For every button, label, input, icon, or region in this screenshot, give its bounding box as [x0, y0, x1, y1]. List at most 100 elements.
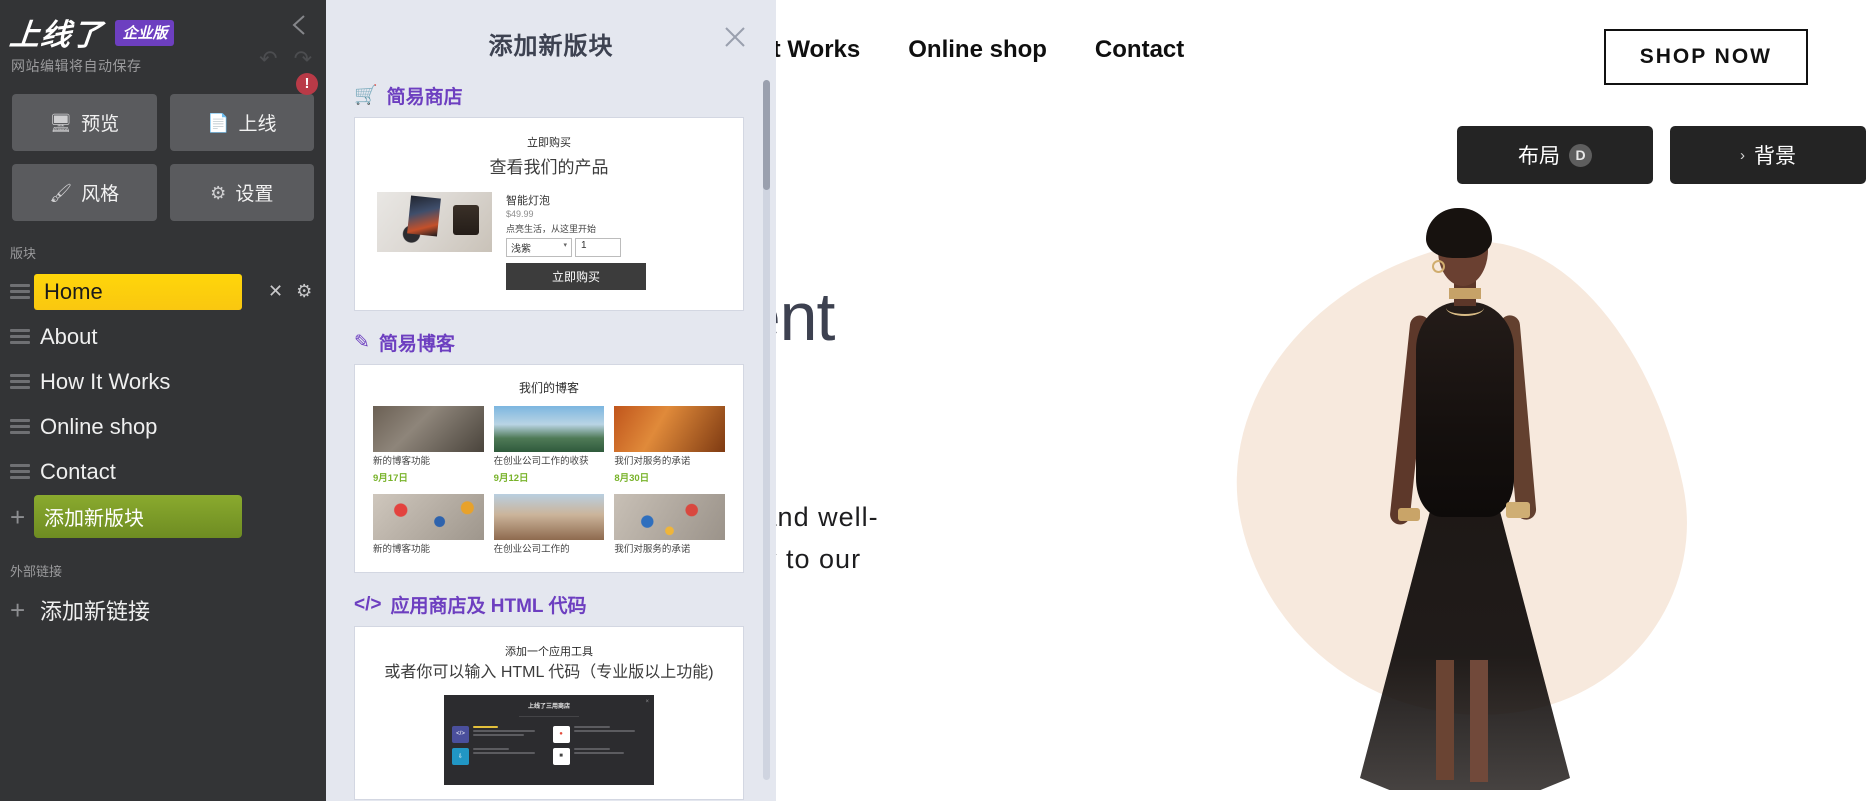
drag-handle-icon[interactable]: [10, 326, 34, 348]
drag-handle-icon[interactable]: [10, 461, 34, 483]
modal-scrollbar[interactable]: [763, 80, 770, 780]
drag-handle-icon[interactable]: [10, 281, 34, 303]
screenshot-app-grid: </> ● ⇩ ■: [444, 719, 654, 765]
screenshot-close-icon: ×: [645, 698, 649, 705]
model-cuff-left: [1398, 508, 1420, 521]
html-preview: 添加一个应用工具 或者你可以输入 HTML 代码（专业版以上功能) × 上线了三…: [355, 627, 743, 799]
shop-now-button[interactable]: SHOP NOW: [1603, 29, 1808, 85]
add-page-button[interactable]: 添加新版块: [34, 495, 242, 538]
blog-post-thumbnail: [373, 493, 484, 540]
pen-icon: ✎: [354, 332, 370, 353]
style-button[interactable]: 🖌 风格: [12, 164, 157, 221]
blog-post-title: 我们对服务的承诺: [614, 543, 691, 555]
shop-preview: 立即购买 查看我们的产品 智能灯泡 $49.99 点亮生活，从这里开始 浅紫 ▾: [355, 118, 743, 310]
add-link-button[interactable]: 添加新链接: [34, 592, 242, 628]
drag-handle-icon[interactable]: [10, 371, 34, 393]
model-skirt: [1360, 490, 1570, 790]
shop-quantity-input[interactable]: 1: [575, 238, 621, 257]
style-button-label: 风格: [81, 184, 120, 205]
settings-button[interactable]: ⚙ 设置: [169, 164, 314, 221]
preview-button[interactable]: 🖥 预览: [12, 94, 157, 151]
hero-heading: dent: [776, 279, 835, 355]
page-row-home[interactable]: Home ✕ ⚙: [0, 269, 326, 314]
blog-post-item[interactable]: 我们对服务的承诺: [614, 493, 725, 556]
nav-link-how-it-works[interactable]: It Works: [776, 36, 860, 64]
redo-arrow-icon[interactable]: ↷: [294, 48, 312, 70]
blog-post-thumbnail: [614, 493, 725, 540]
site-nav: It Works Online shop Contact SHOP NOW: [776, 0, 1866, 100]
category-label-html: 应用商店及 HTML 代码: [390, 595, 587, 617]
html-heading: 或者你可以输入 HTML 代码（专业版以上功能): [384, 663, 714, 681]
nav-link-contact[interactable]: Contact: [1095, 36, 1184, 64]
blog-post-item[interactable]: 我们对服务的承诺 8月30日: [614, 406, 725, 484]
page-name-about[interactable]: About: [34, 322, 242, 352]
add-section-list[interactable]: 🛒 简易商店 立即购买 查看我们的产品 智能灯泡 $49.99 点亮生活，从这里…: [326, 72, 776, 801]
section-card-shop[interactable]: 立即购买 查看我们的产品 智能灯泡 $49.99 点亮生活，从这里开始 浅紫 ▾: [354, 117, 744, 311]
shop-buy-button[interactable]: 立即购买: [506, 263, 646, 290]
page-name-home[interactable]: Home: [34, 273, 242, 310]
shop-product-image: [377, 192, 492, 252]
blog-post-item[interactable]: 新的博客功能: [373, 493, 484, 556]
section-card-html[interactable]: 添加一个应用工具 或者你可以输入 HTML 代码（专业版以上功能) × 上线了三…: [354, 625, 744, 800]
brand-logo[interactable]: 上线了: [8, 10, 106, 54]
download-icon: ⇩: [452, 747, 469, 765]
page-row-online-shop[interactable]: Online shop: [0, 404, 326, 449]
model-necklace: [1446, 300, 1484, 316]
chevron-left-icon[interactable]: [288, 12, 310, 38]
screenshot-app-lines: [473, 747, 546, 765]
page-row-contact[interactable]: Contact: [0, 449, 326, 494]
blog-post-thumbnail: [493, 493, 605, 540]
modal-scrollbar-thumb[interactable]: [763, 80, 770, 190]
publish-alert-badge: !: [296, 73, 318, 95]
widget-icon: ■: [552, 747, 570, 765]
undo-redo-group: ↶ ↷: [259, 48, 312, 70]
blog-post-date: 8月30日: [614, 472, 650, 484]
section-card-blog[interactable]: 我们的博客 新的博客功能 9月17日 在创业公司工作的收获 9月12日 我们对服…: [354, 364, 744, 573]
background-button-label: 背景: [1754, 145, 1796, 168]
paintbrush-icon: 🖌: [49, 182, 73, 203]
close-icon[interactable]: [720, 22, 750, 52]
page-name-online-shop[interactable]: Online shop: [34, 412, 242, 442]
shop-option-row: 浅紫 ▾ 1: [506, 238, 721, 257]
category-header-blog: ✎ 简易博客: [354, 329, 748, 356]
shop-variant-select[interactable]: 浅紫 ▾: [506, 238, 572, 257]
nav-link-online-shop[interactable]: Online shop: [908, 36, 1047, 64]
hero-paragraph-line1: uality and well-: [776, 502, 879, 532]
add-link-row[interactable]: + 添加新链接: [0, 587, 326, 632]
page-name-contact[interactable]: Contact: [34, 457, 242, 487]
section-toolbar: 布局 D › 背景: [1457, 126, 1866, 184]
blog-post-title: 我们对服务的承诺: [614, 456, 691, 467]
delete-page-icon[interactable]: ✕: [268, 281, 283, 302]
add-page-row[interactable]: + 添加新版块: [0, 494, 326, 539]
undo-arrow-icon[interactable]: ↶: [259, 48, 277, 70]
shop-product-name: 智能灯泡: [506, 195, 550, 207]
background-button[interactable]: › 背景: [1670, 126, 1866, 184]
category-header-html: </> 应用商店及 HTML 代码: [354, 591, 748, 618]
screenshot-app-item: ●: [552, 725, 647, 743]
blog-post-item[interactable]: 在创业公司工作的: [493, 493, 605, 556]
screenshot-app-item: </>: [452, 725, 546, 743]
hero-artwork: [1193, 190, 1818, 800]
publish-button[interactable]: 📄 上线: [169, 94, 314, 151]
page-row-actions: ✕ ⚙: [268, 281, 312, 302]
map-pin-icon: ●: [552, 725, 570, 743]
website-preview: It Works Online shop Contact SHOP NOW de…: [776, 0, 1866, 801]
model-cuff-right: [1506, 502, 1530, 518]
shop-variant-value: 浅紫: [511, 244, 531, 255]
page-name-how-it-works[interactable]: How It Works: [34, 367, 242, 397]
model-choker: [1449, 288, 1481, 299]
page-row-about[interactable]: About: [0, 314, 326, 359]
blog-post-item[interactable]: 新的博客功能 9月17日: [373, 406, 484, 484]
layout-button[interactable]: 布局 D: [1457, 126, 1653, 184]
blog-post-item[interactable]: 在创业公司工作的收获 9月12日: [493, 406, 605, 484]
page-settings-icon[interactable]: ⚙: [296, 281, 312, 302]
code-icon: </>: [354, 593, 382, 615]
drag-handle-icon[interactable]: [10, 416, 34, 438]
shop-product-price: $49.99: [506, 209, 534, 219]
screenshot-app-item: ⇩: [452, 747, 546, 765]
brand-edition-badge: 企业版: [115, 20, 175, 46]
add-section-title: 添加新版块: [488, 33, 614, 60]
plus-icon: +: [10, 594, 26, 625]
page-row-how-it-works[interactable]: How It Works: [0, 359, 326, 404]
blog-post-title: 新的博客功能: [373, 543, 431, 555]
